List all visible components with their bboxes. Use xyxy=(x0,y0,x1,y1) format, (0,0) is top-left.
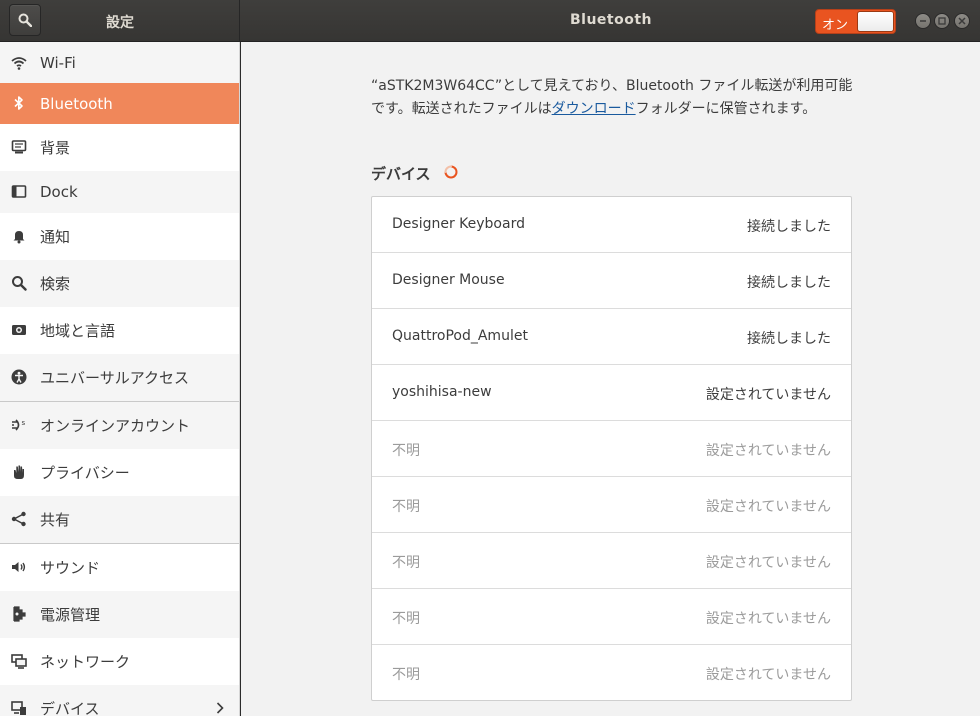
sidebar-item-label: オンラインアカウント xyxy=(40,417,191,435)
sidebar-item-sharing[interactable]: 共有 xyxy=(0,496,239,543)
sidebar-item-sound[interactable]: サウンド xyxy=(0,544,239,591)
sidebar-item-devices[interactable]: デバイス xyxy=(0,685,239,716)
device-row[interactable]: Designer Keyboard 接続しました xyxy=(372,197,851,253)
sidebar-item-search[interactable]: 検索 xyxy=(0,260,239,307)
maximize-button[interactable] xyxy=(934,13,950,29)
share-icon xyxy=(11,511,26,527)
device-name: 不明 xyxy=(392,555,420,571)
sidebar: Wi-Fi Bluetooth 背景 Dock 通知 検索 地域と言語 ユニバー… xyxy=(0,42,240,716)
sidebar-item-online-accounts[interactable]: s オンラインアカウント xyxy=(0,402,239,449)
downloads-link[interactable]: ダウンロード xyxy=(552,101,636,117)
bluetooth-toggle[interactable]: オン xyxy=(815,9,896,34)
svg-text:s: s xyxy=(22,419,26,427)
device-status: 設定されていません xyxy=(705,387,831,403)
sidebar-item-region[interactable]: 地域と言語 xyxy=(0,307,239,354)
device-name: 不明 xyxy=(392,499,420,515)
header-bar: 設定 Bluetooth オン xyxy=(0,0,980,42)
close-button[interactable] xyxy=(954,13,970,29)
settings-title: 設定 xyxy=(106,15,134,31)
device-row[interactable]: yoshihisa-new 設定されていません xyxy=(372,365,851,421)
device-status: 接続しました xyxy=(747,275,831,291)
sidebar-item-label: デバイス xyxy=(40,700,100,716)
device-row[interactable]: Designer Mouse 接続しました xyxy=(372,253,851,309)
sidebar-item-notifications[interactable]: 通知 xyxy=(0,213,239,260)
device-row[interactable]: 不明 設定されていません xyxy=(372,645,851,700)
sidebar-item-label: ユニバーサルアクセス xyxy=(40,369,189,387)
toggle-label: オン xyxy=(822,18,849,33)
toggle-knob xyxy=(857,11,894,32)
sidebar-item-label: Dock xyxy=(40,183,78,201)
hand-icon xyxy=(14,465,24,479)
device-name: QuattroPod_Amulet xyxy=(392,328,528,344)
loading-spinner-icon xyxy=(444,165,458,179)
device-name: 不明 xyxy=(392,443,420,459)
bluetooth-icon xyxy=(14,96,23,110)
sidebar-item-universal-access[interactable]: ユニバーサルアクセス xyxy=(0,354,239,401)
sidebar-item-label: 通知 xyxy=(40,228,71,246)
minimize-button[interactable] xyxy=(915,13,931,29)
sidebar-item-background[interactable]: 背景 xyxy=(0,124,239,171)
device-name: 不明 xyxy=(392,611,420,627)
sidebar-item-label: プライバシー xyxy=(40,464,130,482)
device-status: 設定されていません xyxy=(705,667,831,683)
device-row[interactable]: 不明 設定されていません xyxy=(372,421,851,477)
sidebar-item-label: サウンド xyxy=(40,559,101,577)
dock-icon xyxy=(11,185,27,198)
bell-icon xyxy=(13,231,25,244)
sidebar-item-label: Wi-Fi xyxy=(40,53,76,72)
device-row[interactable]: 不明 設定されていません xyxy=(372,477,851,533)
device-name: Designer Mouse xyxy=(392,272,505,288)
device-status: 接続しました xyxy=(747,331,831,347)
sidebar-item-network[interactable]: ネットワーク xyxy=(0,638,239,685)
minimize-icon xyxy=(920,20,926,22)
sidebar-item-label: 背景 xyxy=(40,139,71,157)
device-name: 不明 xyxy=(392,667,420,683)
device-status: 設定されていません xyxy=(705,443,831,459)
chevron-right-icon xyxy=(216,702,224,714)
close-icon xyxy=(958,17,966,25)
sidebar-item-dock[interactable]: Dock xyxy=(0,171,239,213)
sidebar-header: 設定 xyxy=(0,0,240,42)
device-row[interactable]: 不明 設定されていません xyxy=(372,533,851,589)
wifi-icon xyxy=(11,57,27,70)
device-row[interactable]: QuattroPod_Amulet 接続しました xyxy=(372,309,851,365)
sidebar-item-label: 地域と言語 xyxy=(40,322,116,340)
visibility-description: “aSTK2M3W64CC”として見えており、Bluetooth ファイル転送が… xyxy=(371,75,861,121)
device-name: yoshihisa-new xyxy=(392,384,492,400)
device-status: 設定されていません xyxy=(705,555,831,571)
power-plug-icon xyxy=(13,606,26,622)
device-status: 設定されていません xyxy=(705,611,831,627)
device-status: 設定されていません xyxy=(705,499,831,515)
sidebar-item-label: 検索 xyxy=(40,275,71,293)
region-icon xyxy=(12,325,26,335)
device-row[interactable]: 不明 設定されていません xyxy=(372,589,851,645)
sidebar-item-wifi[interactable]: Wi-Fi xyxy=(0,42,239,83)
devices-heading: デバイス xyxy=(371,165,431,183)
device-status: 接続しました xyxy=(747,219,831,235)
devices-icon xyxy=(11,701,26,715)
sidebar-item-label: Bluetooth xyxy=(40,94,113,113)
search-icon xyxy=(12,276,27,291)
accessibility-icon xyxy=(11,369,27,385)
sidebar-item-bluetooth[interactable]: Bluetooth xyxy=(0,83,239,124)
online-accounts-icon: s xyxy=(12,419,26,431)
sidebar-item-label: 電源管理 xyxy=(40,606,101,624)
sidebar-item-power[interactable]: 電源管理 xyxy=(0,591,239,638)
device-name: Designer Keyboard xyxy=(392,216,525,232)
network-icon xyxy=(11,654,27,669)
sidebar-item-label: ネットワーク xyxy=(40,653,131,671)
bluetooth-panel: “aSTK2M3W64CC”として見えており、Bluetooth ファイル転送が… xyxy=(241,42,980,716)
background-icon xyxy=(11,140,27,154)
device-list: Designer Keyboard 接続しました Designer Mouse … xyxy=(371,196,852,701)
speaker-icon xyxy=(12,562,26,572)
sidebar-item-privacy[interactable]: プライバシー xyxy=(0,449,239,496)
sidebar-item-label: 共有 xyxy=(40,511,71,529)
maximize-icon xyxy=(938,17,946,25)
description-text-end: フォルダーに保管されます。 xyxy=(635,101,817,117)
